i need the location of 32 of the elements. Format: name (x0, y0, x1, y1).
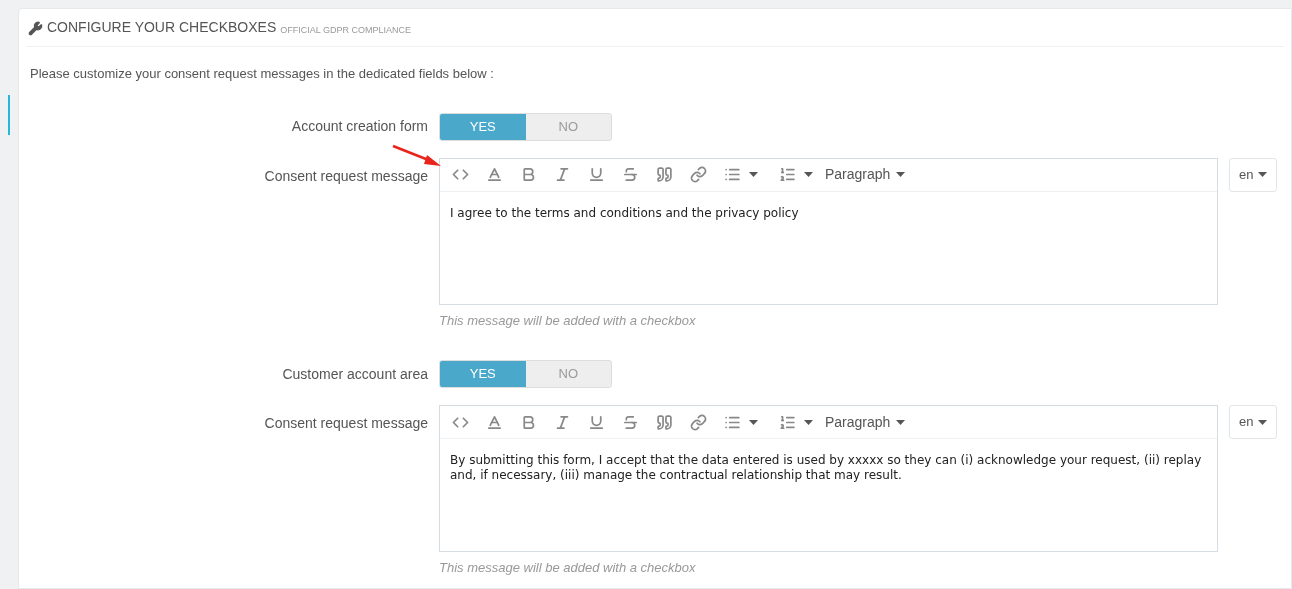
help-text: This message will be added with a checkbox (439, 559, 697, 577)
editor-content: By submitting this form, I accept that the data entered is used by xxxxx so they can (i) acknowledge your request, (ii) replay and, if necessary, (iii) manage the contractual relationship that may result. (449, 452, 1203, 483)
format-dropdown[interactable]: Paragraph (825, 164, 906, 185)
caret-icon (1258, 419, 1268, 425)
caret-icon (896, 419, 906, 425)
switch-option[interactable]: NO (525, 361, 611, 387)
switch-option[interactable]: YES (440, 361, 526, 387)
panel-subtitle: OFFICIAL GDPR COMPLIANCE (280, 23, 411, 37)
caret-icon (1258, 172, 1268, 177)
switch-option[interactable]: NO (525, 113, 611, 140)
yes-no-switch[interactable]: YES NO (439, 112, 612, 141)
caret-icon (749, 419, 758, 425)
language-dropdown[interactable]: en (1229, 157, 1278, 192)
intro-text: Please customize your consent request messages in the dedicated fields below : (30, 65, 495, 83)
caret-icon (804, 419, 813, 425)
editor-content: I agree to the terms and conditions and the privacy policy (449, 204, 800, 221)
caret-icon (896, 172, 906, 177)
caret-icon (749, 172, 758, 177)
help-text: This message will be added with a checkbox (439, 311, 697, 330)
text-editor[interactable]: Paragraph I agree to the terms and conditions and the privacy policy (439, 157, 1218, 305)
yes-no-switch[interactable]: YES NO (439, 360, 612, 388)
caret-icon (804, 172, 813, 177)
language-dropdown[interactable]: en (1229, 405, 1278, 439)
field-label: Consent request message (263, 414, 429, 433)
wrench-icon (28, 21, 43, 36)
text-editor[interactable] (439, 405, 1218, 552)
panel-title: CONFIGURE YOUR CHECKBOXES (47, 18, 277, 37)
field-label: Consent request message (263, 166, 429, 186)
field-label: Account creation form (290, 117, 429, 136)
format-dropdown[interactable]: Paragraph (825, 411, 906, 433)
switch-option[interactable]: YES (440, 113, 526, 140)
field-label: Customer account area (281, 364, 429, 384)
